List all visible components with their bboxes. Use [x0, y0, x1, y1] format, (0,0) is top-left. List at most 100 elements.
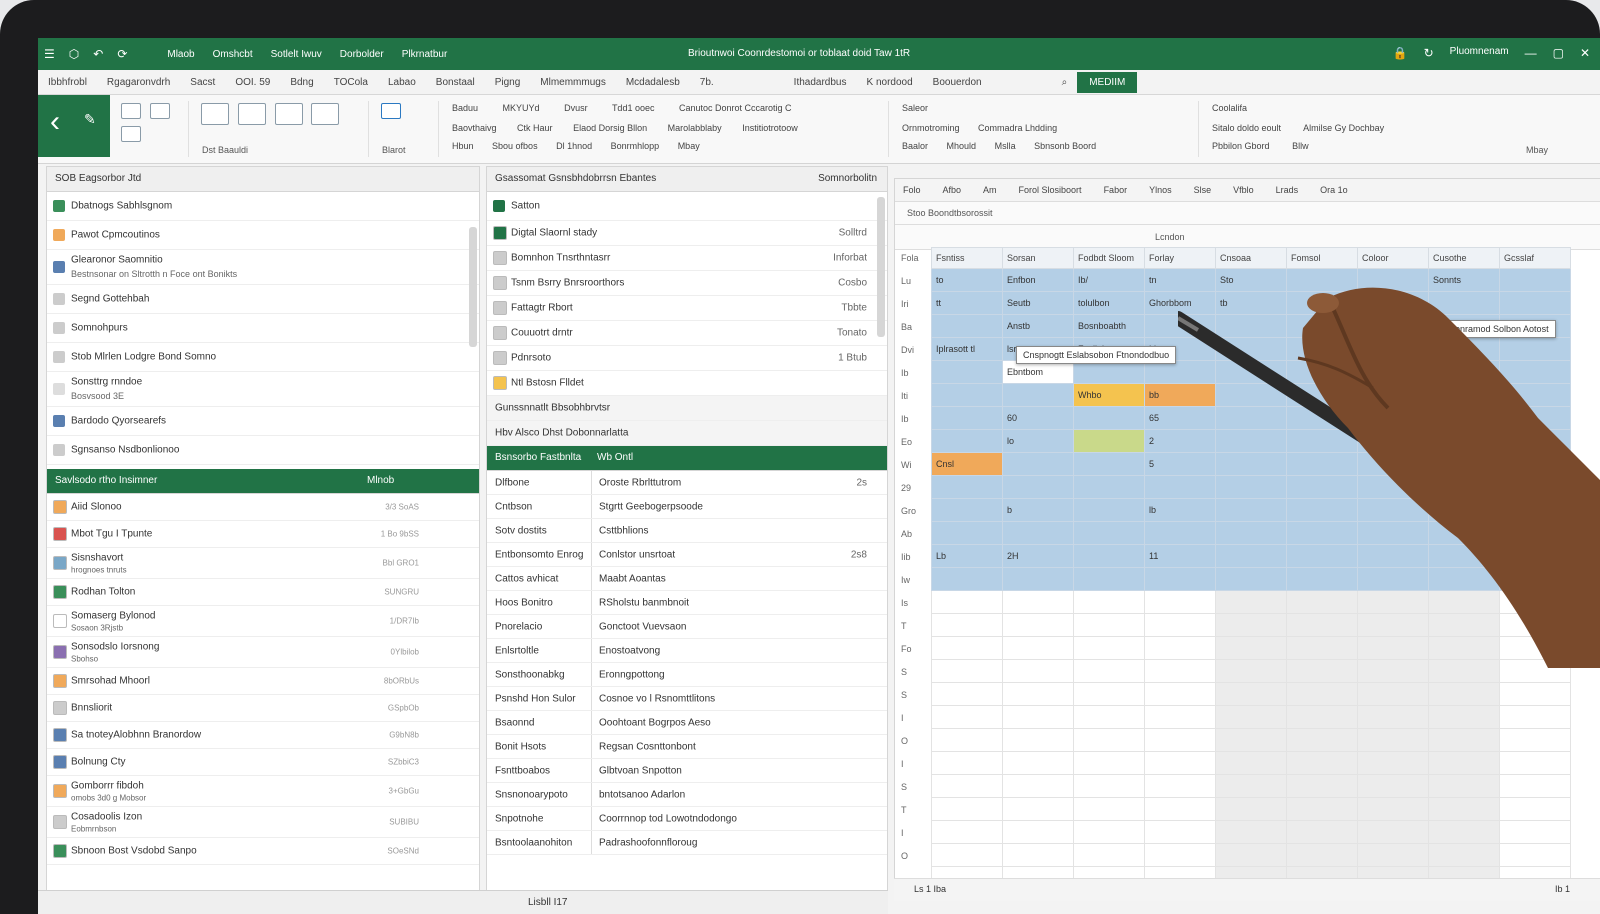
table-cell[interactable]: tn	[1144, 268, 1216, 292]
table-cell[interactable]	[1073, 797, 1145, 821]
table-cell[interactable]	[931, 314, 1003, 338]
table-cell[interactable]	[1357, 797, 1429, 821]
search-input[interactable]: Satton	[511, 201, 540, 212]
table-cell[interactable]	[1428, 498, 1500, 522]
ribbon-cmd[interactable]: Commadra Lhdding	[978, 123, 1057, 133]
ribbon-cmd[interactable]: Bllw	[1292, 141, 1309, 151]
table-cell[interactable]	[1286, 314, 1358, 338]
menu-icon[interactable]: ☰	[44, 47, 55, 61]
tab-item[interactable]: Mlmemmmugs	[530, 77, 616, 88]
ribbon-cmd[interactable]: Saleor	[902, 103, 928, 113]
table-cell[interactable]	[1428, 843, 1500, 867]
table-cell[interactable]	[1215, 406, 1287, 430]
table-cell[interactable]	[1073, 682, 1145, 706]
grid-tool[interactable]: Forol Slosiboort	[1019, 185, 1082, 195]
table-cell[interactable]	[1144, 590, 1216, 614]
section-list-item[interactable]: Rodhan Tolton SUNGRU	[47, 579, 479, 606]
search-icon[interactable]: ⌕	[1052, 77, 1078, 88]
table-cell[interactable]	[1215, 544, 1287, 568]
save-icon[interactable]: ⬡	[69, 47, 79, 61]
table-cell[interactable]	[1428, 429, 1500, 453]
table-cell[interactable]	[1286, 452, 1358, 476]
table-cell[interactable]	[1286, 682, 1358, 706]
table-cell[interactable]	[1286, 291, 1358, 315]
mid-list-item[interactable]: Tsnm Bsrry Bnrsroorthors Cosbo	[487, 271, 887, 296]
table-cell[interactable]	[1428, 705, 1500, 729]
table-cell[interactable]	[1499, 544, 1571, 568]
table-cell[interactable]	[1215, 337, 1287, 361]
left-list-item[interactable]: Sgnsanso Nsdbonlionoo	[47, 436, 479, 465]
table-cell[interactable]	[1002, 521, 1074, 545]
section-list-item[interactable]: Sa tnoteyAlobhnn Branordow G9bN8b	[47, 722, 479, 749]
table-cell[interactable]	[1073, 843, 1145, 867]
tab-item[interactable]: OOI. 59	[225, 77, 280, 88]
ribbon-cmd[interactable]: Institiotrotoow	[742, 123, 798, 133]
section-list-item[interactable]: Bnnsliorit GSpbOb	[47, 695, 479, 722]
table-cell[interactable]	[1499, 728, 1571, 752]
tab-item[interactable]: 7b.	[690, 77, 724, 88]
column-header[interactable]: Fsntiss	[931, 247, 1003, 269]
table-cell[interactable]	[1499, 751, 1571, 775]
table-cell[interactable]	[931, 774, 1003, 798]
table-cell[interactable]	[1144, 613, 1216, 637]
table-cell[interactable]	[1499, 843, 1571, 867]
row-header[interactable]: I	[895, 822, 931, 845]
ribbon-cmd[interactable]: Coolalifa	[1212, 103, 1247, 113]
table-cell[interactable]	[1215, 774, 1287, 798]
left-list-item[interactable]: Somnohpurs	[47, 314, 479, 343]
table-cell[interactable]	[1002, 475, 1074, 499]
table-cell[interactable]	[1286, 705, 1358, 729]
user-name[interactable]: Pluomnenam	[1450, 46, 1509, 60]
row-header[interactable]: Ab	[895, 523, 931, 546]
table-cell[interactable]	[1428, 406, 1500, 430]
ribbon-cmd[interactable]: Almilse Gy Dochbay	[1303, 123, 1384, 133]
table-cell[interactable]	[1073, 590, 1145, 614]
table-cell[interactable]	[1073, 544, 1145, 568]
property-row[interactable]: Snsnonoarypoto bntotsanoo Adarlon	[487, 783, 887, 807]
table-cell[interactable]	[931, 383, 1003, 407]
table-cell[interactable]	[1357, 337, 1429, 361]
table-cell[interactable]	[1428, 820, 1500, 844]
property-row[interactable]: Bonit Hsots Regsan Cosnttonbont	[487, 735, 887, 759]
table-cell[interactable]	[1002, 636, 1074, 660]
formula-bar[interactable]: Stoo Boondtbsorossit	[895, 202, 1600, 225]
row-header[interactable]: O	[895, 730, 931, 753]
tab-item[interactable]: Boouerdon	[923, 77, 992, 88]
left-list-item[interactable]: Glearonor Saomnitio Bestnsonar on Sltrott…	[47, 250, 479, 285]
mid-list-item[interactable]: Couuotrt drntr Tonato	[487, 321, 887, 346]
table-cell[interactable]	[1215, 682, 1287, 706]
table-cell[interactable]	[1286, 659, 1358, 683]
section-list-item[interactable]: Mbot Tgu I Tpunte 1 Bo 9bSS	[47, 521, 479, 548]
table-cell[interactable]	[1357, 406, 1429, 430]
table-cell[interactable]	[1073, 659, 1145, 683]
table-cell[interactable]	[1215, 843, 1287, 867]
table-cell[interactable]	[1215, 429, 1287, 453]
row-header[interactable]: Wi	[895, 454, 931, 477]
column-header[interactable]: Cusothe	[1428, 247, 1500, 269]
table-cell[interactable]	[1428, 521, 1500, 545]
row-header[interactable]: Fo	[895, 638, 931, 661]
table-cell[interactable]	[1144, 475, 1216, 499]
tab-item[interactable]: Ithadardbus	[784, 77, 857, 88]
table-cell[interactable]	[1286, 337, 1358, 361]
table-cell[interactable]	[1357, 429, 1429, 453]
table-cell[interactable]	[1144, 567, 1216, 591]
tab-item[interactable]: TOCola	[324, 77, 378, 88]
table-cell[interactable]	[1357, 521, 1429, 545]
table-cell[interactable]	[1002, 820, 1074, 844]
property-row[interactable]: Psnshd Hon Sulor Cosnoe vo l Rsnomttliton…	[487, 687, 887, 711]
table-cell[interactable]	[1002, 590, 1074, 614]
property-row[interactable]: Sonsthoonabkg Eronngpottong	[487, 663, 887, 687]
table-cell[interactable]	[1428, 590, 1500, 614]
table-cell[interactable]	[1286, 774, 1358, 798]
table-cell[interactable]	[1499, 774, 1571, 798]
table-cell[interactable]	[1144, 797, 1216, 821]
row-header[interactable]: Lu	[895, 270, 931, 293]
table-cell[interactable]	[931, 590, 1003, 614]
table-cell[interactable]	[1499, 475, 1571, 499]
table-cell[interactable]	[1215, 314, 1287, 338]
grid-tool[interactable]: Vfblo	[1233, 185, 1254, 195]
table-cell[interactable]	[931, 613, 1003, 637]
ribbon-cmd[interactable]: Mbay	[678, 141, 700, 151]
table-cell[interactable]: to	[931, 268, 1003, 292]
